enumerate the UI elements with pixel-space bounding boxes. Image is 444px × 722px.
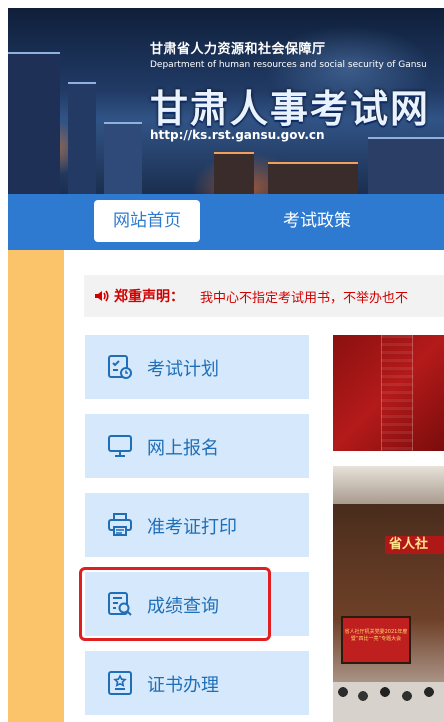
menu-label: 网上报名 (147, 438, 219, 459)
side-decor-strip (8, 250, 64, 722)
menu-online-registration-button[interactable]: 网上报名 (85, 414, 309, 478)
site-title[interactable]: 甘肃人事考试网 (150, 78, 430, 133)
org-name-cn: 甘肃省人力资源和社会保障厅 (150, 42, 326, 57)
banner-building (68, 82, 96, 194)
notice-label: 郑重声明： (114, 289, 184, 305)
menu-exam-plan-button[interactable]: 考试计划 (85, 335, 309, 399)
nav-tab-home[interactable]: 网站首页 (94, 200, 200, 242)
site-url: http://ks.rst.gansu.gov.cn (150, 128, 325, 142)
photo-ceiling (333, 466, 444, 504)
meeting-crowd (333, 682, 444, 722)
main-nav: 网站首页 考试政策 (8, 194, 444, 250)
nav-tab-exam-policy[interactable]: 考试政策 (262, 200, 372, 242)
banner-building (368, 137, 444, 194)
tower-graphic (381, 335, 413, 451)
meeting-screen: 省人社厅机关党委2021年度 暨“四比一亮”专题大会 (341, 616, 411, 664)
menu-label: 准考证打印 (147, 517, 237, 538)
banner-building (214, 152, 254, 194)
speaker-icon (95, 290, 109, 302)
menu-admission-ticket-print-button[interactable]: 准考证打印 (85, 493, 309, 557)
meeting-banner: 省人社 (385, 536, 444, 554)
news-slide-image[interactable] (333, 335, 444, 451)
certificate-icon (108, 671, 132, 695)
menu-certificate-button[interactable]: 证书办理 (85, 651, 309, 715)
org-name-en: Department of human resources and social… (150, 60, 427, 70)
notice-text[interactable]: 我中心不指定考试用书，不举办也不 (200, 287, 408, 306)
menu-label: 考试计划 (147, 359, 219, 380)
meeting-photo[interactable]: 省人社 省人社厅机关党委2021年度 暨“四比一亮”专题大会 (333, 466, 444, 722)
menu-label: 成绩查询 (147, 596, 219, 617)
menu-score-query-button[interactable]: 成绩查询 (85, 572, 309, 636)
banner-building (8, 52, 60, 194)
header-banner: 甘肃省人力资源和社会保障厅 Department of human resour… (8, 8, 444, 194)
notice-bar: 郑重声明： 我中心不指定考试用书，不举办也不 (84, 275, 444, 317)
document-search-icon (108, 592, 132, 616)
banner-building (104, 122, 142, 194)
monitor-icon (108, 435, 132, 457)
menu-label: 证书办理 (147, 675, 219, 696)
calendar-check-icon (108, 355, 132, 379)
printer-icon (108, 513, 132, 536)
banner-building (268, 162, 358, 194)
